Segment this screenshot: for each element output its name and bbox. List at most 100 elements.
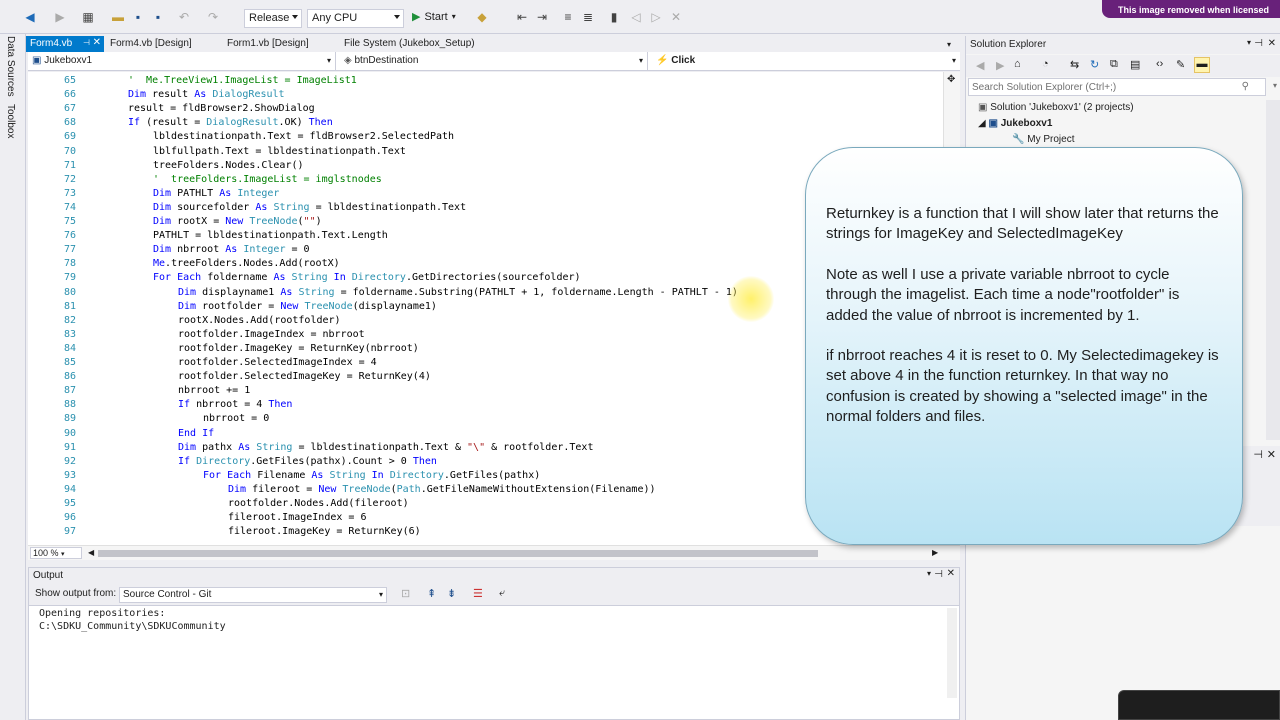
- uncomment-icon[interactable]: ≣: [580, 9, 596, 25]
- tab-form1-design[interactable]: Form1.vb [Design]: [223, 36, 313, 52]
- solution-platform-select[interactable]: Any CPU: [307, 9, 404, 28]
- data-sources-tab[interactable]: Data Sources: [5, 36, 16, 97]
- tab-form4-vb[interactable]: Form4.vb ⊣ ✕: [26, 36, 104, 52]
- line-number: 72: [63, 173, 76, 185]
- line-code: If Directory.GetFiles(pathx).Count > 0 T…: [178, 455, 437, 467]
- line-number: 70: [63, 145, 76, 157]
- back-icon[interactable]: ◀: [22, 9, 38, 25]
- view-code-icon[interactable]: ‹›: [1156, 58, 1163, 70]
- project-node-jukeboxv1[interactable]: ◢ ▣ Jukeboxv1: [978, 118, 1052, 129]
- back-icon[interactable]: ◀: [976, 59, 984, 72]
- close-icon[interactable]: ✕: [1268, 38, 1276, 49]
- step-into-icon[interactable]: ⇤: [514, 9, 530, 25]
- project-dropdown[interactable]: ▣ Jukeboxv1 ▾: [28, 52, 336, 70]
- line-number: 74: [63, 201, 76, 213]
- callout-paragraph: Returnkey is a function that I will show…: [826, 205, 1219, 243]
- pin-icon[interactable]: ⊣: [934, 569, 943, 580]
- zoom-select[interactable]: 100 % ▾: [30, 547, 82, 559]
- scroll-right-icon[interactable]: ▶: [932, 548, 938, 557]
- line-code: Dim rootfolder = New TreeNode(displaynam…: [178, 300, 437, 312]
- comment-icon[interactable]: ≡: [560, 9, 576, 25]
- line-code: For Each foldername As String In Directo…: [153, 272, 581, 284]
- prev-message-icon[interactable]: ⇞: [427, 587, 436, 600]
- chevron-down-icon[interactable]: ▾: [1273, 81, 1277, 90]
- next-message-icon[interactable]: ⇟: [447, 587, 456, 600]
- properties-icon[interactable]: ✎: [1176, 58, 1185, 71]
- clear-all-icon[interactable]: ☰: [473, 587, 483, 600]
- chevron-down-icon[interactable]: ▾: [927, 569, 931, 578]
- clear-bookmarks-icon[interactable]: ✕: [668, 9, 684, 25]
- solution-configuration-select[interactable]: Release: [244, 9, 302, 28]
- home-icon[interactable]: ⌂: [1014, 58, 1021, 70]
- output-toolbar: Show output from: Source Control - Git ▾…: [29, 584, 959, 606]
- line-number: 78: [63, 258, 76, 270]
- pin-icon[interactable]: ⊣: [1254, 38, 1263, 49]
- refresh-icon[interactable]: ↻: [1090, 58, 1099, 71]
- project-label: Jukeboxv1: [1000, 118, 1053, 129]
- line-code: End If: [178, 427, 215, 439]
- split-icon[interactable]: ✥: [947, 74, 955, 85]
- output-scrollbar[interactable]: [947, 608, 957, 698]
- output-source-select[interactable]: Source Control - Git ▾: [119, 587, 387, 603]
- expand-arrow-icon[interactable]: ◢: [978, 118, 986, 129]
- start-button[interactable]: ▶ Start ▾: [412, 10, 456, 24]
- undo-icon[interactable]: ↶: [176, 9, 192, 25]
- close-icon[interactable]: ✕: [1267, 448, 1276, 461]
- callout-paragraph: Note as well I use a private variable nb…: [826, 265, 1180, 324]
- line-number: 81: [63, 300, 76, 312]
- tab-overflow-icon[interactable]: ▾: [947, 40, 951, 49]
- line-code: Me.treeFolders.Nodes.Add(rootX): [153, 258, 340, 270]
- output-line: C:\SDKU_Community\SDKUCommunity: [39, 621, 226, 632]
- close-icon[interactable]: ✕: [947, 568, 955, 579]
- word-wrap-icon[interactable]: ⤶: [499, 587, 505, 600]
- search-icon[interactable]: ⚲: [1242, 81, 1249, 92]
- search-placeholder: Search Solution Explorer (Ctrl+;): [972, 82, 1117, 93]
- solution-label: Solution 'Jukeboxv1' (2 projects): [990, 102, 1134, 113]
- scroll-left-icon[interactable]: ◀: [88, 548, 94, 557]
- forward-icon[interactable]: ▶: [996, 59, 1004, 72]
- line-number: 83: [63, 328, 76, 340]
- line-code: nbrroot += 1: [178, 385, 251, 397]
- step-over-icon[interactable]: ⇥: [534, 9, 550, 25]
- main-toolbar: ◀ ▶ ▦ ▬ ▪ ▪ ↶ ↷ Release Any CPU ▶ Start …: [0, 0, 1280, 34]
- horizontal-scroll-thumb[interactable]: [98, 550, 818, 557]
- collapse-all-icon[interactable]: ⧉: [1110, 58, 1118, 71]
- chevron-down-icon[interactable]: ▾: [1247, 38, 1251, 47]
- line-code: rootfolder.SelectedImageKey = ReturnKey(…: [178, 371, 431, 383]
- my-project-node[interactable]: 🔧 My Project: [1012, 134, 1074, 145]
- line-number: 93: [63, 469, 76, 481]
- line-code: For Each Filename As String In Directory…: [203, 469, 541, 481]
- redo-icon[interactable]: ↷: [205, 9, 221, 25]
- open-folder-icon[interactable]: ▬: [110, 9, 126, 25]
- solution-scrollbar[interactable]: [1266, 100, 1280, 440]
- save-icon[interactable]: ▪: [130, 9, 146, 25]
- object-dropdown[interactable]: ◈ btnDestination ▾: [340, 52, 648, 70]
- event-dropdown[interactable]: ⚡ Click ▾: [652, 52, 960, 70]
- prev-bookmark-icon[interactable]: ◁: [628, 9, 644, 25]
- forward-icon[interactable]: ▶: [52, 9, 68, 25]
- show-all-files-icon[interactable]: ▤: [1130, 58, 1140, 71]
- close-icon[interactable]: ✕: [93, 37, 101, 48]
- pin-icon[interactable]: ⊣: [1253, 448, 1263, 461]
- save-all-icon[interactable]: ▪: [150, 9, 166, 25]
- pending-changes-icon[interactable]: ◔: [1042, 58, 1049, 70]
- browser-link-icon[interactable]: ◆: [474, 9, 490, 25]
- preview-selected-icon[interactable]: ▬: [1194, 57, 1210, 73]
- solution-node[interactable]: ▣ Solution 'Jukeboxv1' (2 projects): [978, 102, 1134, 113]
- sync-icon[interactable]: ⇆: [1070, 58, 1079, 71]
- bookmark-icon[interactable]: ▮: [606, 9, 622, 25]
- pin-icon[interactable]: ⊣: [83, 38, 90, 47]
- find-message-icon[interactable]: ⊡: [401, 587, 410, 600]
- tab-file-system[interactable]: File System (Jukebox_Setup): [340, 36, 479, 52]
- toolbox-tab[interactable]: Toolbox: [5, 104, 16, 138]
- event-icon: ⚡: [656, 55, 669, 66]
- next-bookmark-icon[interactable]: ▷: [648, 9, 664, 25]
- chevron-down-icon: ▾: [378, 590, 383, 599]
- line-number: 88: [63, 399, 76, 411]
- tab-form4-design[interactable]: Form4.vb [Design]: [106, 36, 196, 52]
- method-icon: ◈: [344, 55, 352, 66]
- line-number: 91: [63, 441, 76, 453]
- solution-search-input[interactable]: Search Solution Explorer (Ctrl+;) ⚲ ▾: [968, 78, 1277, 96]
- vb-project-icon: ▣: [32, 55, 42, 66]
- new-project-icon[interactable]: ▦: [80, 9, 96, 25]
